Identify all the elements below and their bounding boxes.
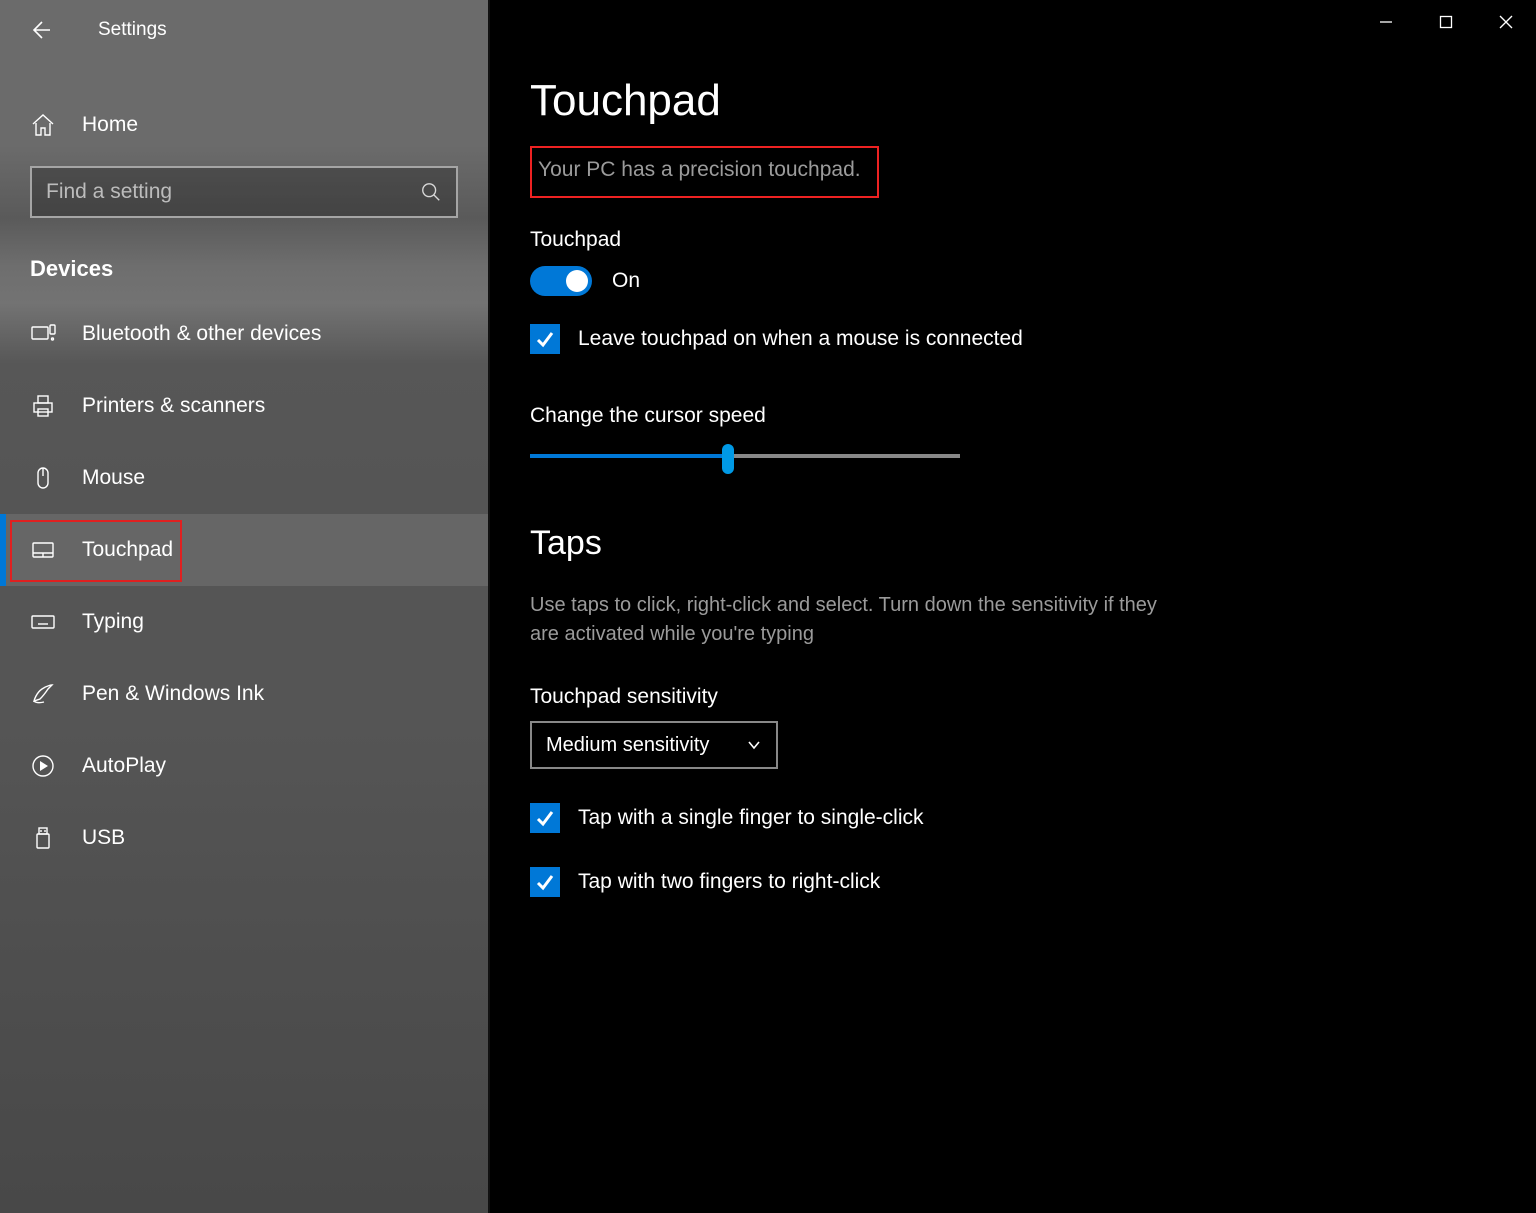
touchpad-toggle[interactable] (530, 266, 592, 296)
leave-on-label: Leave touchpad on when a mouse is connec… (578, 327, 1023, 351)
sidebar-item-label: Mouse (82, 466, 145, 490)
sidebar-category: Devices (0, 232, 488, 298)
sidebar-home[interactable]: Home (0, 90, 488, 160)
sidebar-item-mouse[interactable]: Mouse (0, 442, 488, 514)
chevron-down-icon (746, 737, 762, 753)
page-title: Touchpad (530, 0, 1496, 126)
search-input[interactable] (46, 180, 420, 204)
sidebar-item-label: Touchpad (82, 538, 173, 562)
sidebar-item-label: USB (82, 826, 125, 850)
minimize-button[interactable] (1356, 0, 1416, 44)
tap-two-checkbox[interactable] (530, 867, 560, 897)
cursor-speed-label: Change the cursor speed (530, 404, 1496, 428)
keyboard-icon (30, 609, 56, 635)
sidebar-item-usb[interactable]: USB (0, 802, 488, 874)
settings-search[interactable] (30, 166, 458, 218)
taps-description: Use taps to click, right-click and selec… (530, 591, 1170, 649)
precision-touchpad-text: Your PC has a precision touchpad. (538, 158, 861, 181)
sidebar-item-bluetooth[interactable]: Bluetooth & other devices (0, 298, 488, 370)
sidebar-item-pen[interactable]: Pen & Windows Ink (0, 658, 488, 730)
printer-icon (30, 393, 56, 419)
sidebar-item-touchpad[interactable]: Touchpad (0, 514, 488, 586)
settings-sidebar: Settings Home Devices Bluetooth & other … (0, 0, 490, 1213)
bt-devices-icon (30, 321, 56, 347)
search-icon (420, 181, 442, 203)
precision-touchpad-callout: Your PC has a precision touchpad. (530, 146, 879, 198)
sidebar-item-printers[interactable]: Printers & scanners (0, 370, 488, 442)
sensitivity-dropdown[interactable]: Medium sensitivity (530, 721, 778, 769)
home-icon (30, 112, 56, 138)
touchpad-toggle-state: On (612, 269, 640, 293)
titlebar: Settings (0, 0, 488, 60)
sensitivity-label: Touchpad sensitivity (530, 685, 1496, 709)
usb-icon (30, 825, 56, 851)
sidebar-home-label: Home (82, 113, 138, 137)
cursor-speed-slider[interactable] (530, 436, 960, 476)
maximize-button[interactable] (1416, 0, 1476, 44)
sidebar-item-label: Pen & Windows Ink (82, 682, 264, 706)
sensitivity-value: Medium sensitivity (546, 734, 709, 757)
sidebar-item-label: Bluetooth & other devices (82, 322, 321, 346)
main-panel: Touchpad Your PC has a precision touchpa… (490, 0, 1536, 1213)
close-button[interactable] (1476, 0, 1536, 44)
pen-icon (30, 681, 56, 707)
sidebar-item-autoplay[interactable]: AutoPlay (0, 730, 488, 802)
tap-single-label: Tap with a single finger to single-click (578, 806, 924, 830)
touchpad-icon (30, 537, 56, 563)
leave-on-checkbox[interactable] (530, 324, 560, 354)
sidebar-item-typing[interactable]: Typing (0, 586, 488, 658)
window-controls (1356, 0, 1536, 44)
touchpad-toggle-label: Touchpad (530, 228, 1496, 252)
autoplay-icon (30, 753, 56, 779)
taps-heading: Taps (530, 524, 1496, 563)
tap-single-checkbox[interactable] (530, 803, 560, 833)
sidebar-item-label: AutoPlay (82, 754, 166, 778)
sidebar-item-label: Typing (82, 610, 144, 634)
sidebar-item-label: Printers & scanners (82, 394, 265, 418)
window-title: Settings (98, 19, 167, 41)
back-icon[interactable] (28, 18, 52, 42)
mouse-icon (30, 465, 56, 491)
tap-two-label: Tap with two fingers to right-click (578, 870, 880, 894)
